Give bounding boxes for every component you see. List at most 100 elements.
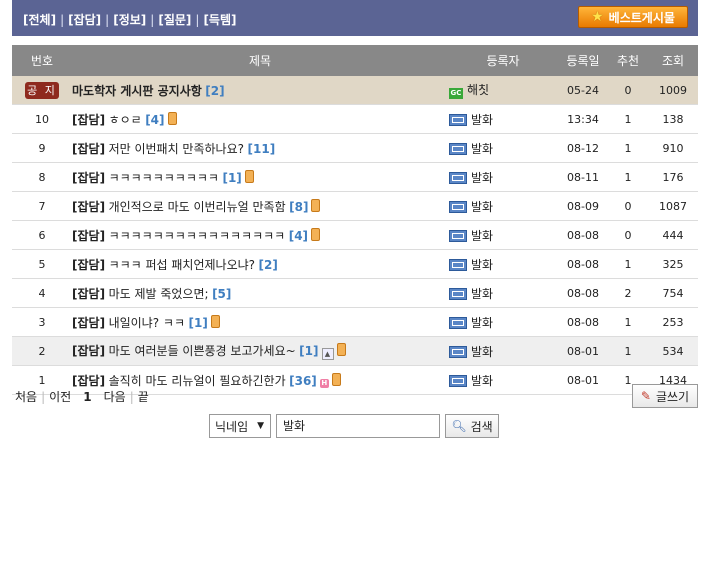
post-title[interactable]: 마도 제발 죽었으면; [109, 287, 209, 301]
row-title[interactable]: [잡담] 마도 여러분들 이쁜풍경 보고가세요~ [1] ▲ [72, 336, 448, 366]
row-author[interactable]: 발화 [448, 133, 558, 163]
row-title[interactable]: 마도학자 게시판 공지사항 [2] [72, 76, 448, 105]
best-posts-button[interactable]: ★ 베스트게시물 [578, 6, 688, 28]
row-no: 10 [12, 104, 72, 134]
table-row[interactable]: 9 [잡담] 저만 이번패치 만족하나요? [11] 발화 08-12 1 91… [12, 133, 698, 163]
row-title[interactable]: [잡담] ㅋㅋㅋ 퍼섭 패치언제나오냐? [2] [72, 249, 448, 279]
comment-count[interactable]: [5] [212, 287, 231, 301]
author-name[interactable]: 해칫 [467, 83, 489, 97]
post-title[interactable]: ㅋㅋㅋㅋㅋㅋㅋㅋㅋㅋㅋㅋㅋㅋㅋㅋ [109, 229, 286, 243]
row-title[interactable]: [잡담] 개인적으로 마도 이번리뉴얼 만족함 [8] [72, 191, 448, 221]
row-author[interactable]: 발화 [448, 365, 558, 395]
comment-count[interactable]: [11] [248, 142, 276, 156]
table-row[interactable]: 6 [잡담] ㅋㅋㅋㅋㅋㅋㅋㅋㅋㅋㅋㅋㅋㅋㅋㅋ [4] 발화 08-08 0 4… [12, 220, 698, 250]
row-author[interactable]: 발화 [448, 307, 558, 337]
comment-count[interactable]: [2] [259, 258, 278, 272]
table-row[interactable]: 2 [잡담] 마도 여러분들 이쁜풍경 보고가세요~ [1] ▲ 발화 08-01… [12, 336, 698, 366]
post-title[interactable]: 마도학자 게시판 공지사항 [72, 84, 202, 98]
search-button[interactable]: 🔍︎ 검색 [445, 414, 499, 438]
write-post-button[interactable]: ✎ 글쓰기 [632, 384, 698, 408]
table-row[interactable]: 4 [잡담] 마도 제발 죽었으면; [5] 발화 08-08 2 754 [12, 278, 698, 308]
row-title[interactable]: [잡담] 저만 이번패치 만족하나요? [11] [72, 133, 448, 163]
table-row[interactable]: 8 [잡담] ㅋㅋㅋㅋㅋㅋㅋㅋㅋㅋ [1] 발화 08-11 1 176 [12, 162, 698, 192]
row-title[interactable]: [잡담] ㅋㅋㅋㅋㅋㅋㅋㅋㅋㅋ [1] [72, 162, 448, 192]
row-recommend: 1 [608, 162, 648, 192]
hot-icon: H [319, 378, 329, 388]
row-author[interactable]: 발화 [448, 220, 558, 250]
table-row[interactable]: 5 [잡담] ㅋㅋㅋ 퍼섭 패치언제나오냐? [2] 발화 08-08 1 32… [12, 249, 698, 279]
category-loot[interactable]: [득템] [203, 13, 236, 27]
row-author[interactable]: 발화 [448, 191, 558, 221]
comment-count[interactable]: [1] [299, 344, 318, 358]
mobile-icon [331, 372, 341, 386]
notice-row[interactable]: 공 지 마도학자 게시판 공지사항 [2] GC 해칫 05-24 0 1009 [12, 76, 698, 105]
row-no: 6 [12, 220, 72, 250]
post-category: [잡담] [72, 257, 106, 272]
row-author[interactable]: 발화 [448, 278, 558, 308]
row-title[interactable]: [잡담] 내일이냐? ㅋㅋ [1] [72, 307, 448, 337]
author-name[interactable]: 발화 [471, 316, 493, 330]
category-chat[interactable]: [잡담] [68, 13, 101, 27]
mobile-icon [336, 343, 346, 356]
row-title[interactable]: [잡담] ㅎㅇㄹ [4] [72, 104, 448, 134]
star-icon: ★ [591, 9, 604, 25]
search-button-label: 검색 [470, 419, 493, 434]
row-title[interactable]: [잡담] ㅋㅋㅋㅋㅋㅋㅋㅋㅋㅋㅋㅋㅋㅋㅋㅋ [4] [72, 220, 448, 250]
comment-count[interactable]: [2] [205, 84, 224, 98]
row-author[interactable]: 발화 [448, 336, 558, 366]
row-recommend: 2 [608, 278, 648, 308]
post-title[interactable]: 내일이냐? ㅋㅋ [109, 316, 185, 330]
comment-count[interactable]: [8] [289, 200, 308, 214]
author-name[interactable]: 발화 [471, 142, 493, 156]
page-next[interactable]: 다음 [104, 390, 126, 404]
author-name[interactable]: 발화 [471, 200, 493, 214]
page-first[interactable]: 처음 [15, 390, 37, 404]
post-title[interactable]: 마도 여러분들 이쁜풍경 보고가세요~ [109, 344, 296, 358]
row-views: 253 [648, 307, 698, 337]
row-recommend: 1 [608, 133, 648, 163]
table-row[interactable]: 7 [잡담] 개인적으로 마도 이번리뉴얼 만족함 [8] 발화 08-09 0… [12, 191, 698, 221]
table-row[interactable]: 10 [잡담] ㅎㅇㄹ [4] 발화 13:34 1 138 [12, 104, 698, 134]
post-title[interactable]: 개인적으로 마도 이번리뉴얼 만족함 [109, 200, 286, 214]
search-input[interactable]: 발화 [276, 414, 440, 438]
post-title[interactable]: ㅎㅇㄹ [109, 113, 142, 127]
category-all[interactable]: [전체] [23, 13, 56, 27]
row-views: 138 [648, 104, 698, 134]
post-title[interactable]: 저만 이번패치 만족하나요? [109, 142, 244, 156]
page-current[interactable]: 1 [83, 390, 91, 404]
table-row[interactable]: 3 [잡담] 내일이냐? ㅋㅋ [1] 발화 08-08 1 253 [12, 307, 698, 337]
post-table: 번호 제목 등록자 등록일 추천 조회 공 지 마도학자 게시판 공지사항 [2… [12, 45, 698, 395]
pencil-icon: ✎ [640, 389, 651, 403]
comment-count[interactable]: [1] [189, 316, 208, 330]
comment-count[interactable]: [4] [145, 113, 164, 127]
search-field-select[interactable]: 닉네임 ▼ [209, 414, 271, 438]
author-name[interactable]: 발화 [471, 258, 493, 272]
post-category: [잡담] [72, 141, 106, 156]
page-last[interactable]: 끝 [138, 390, 149, 404]
post-title[interactable]: ㅋㅋㅋㅋㅋㅋㅋㅋㅋㅋ [109, 171, 219, 185]
comment-count[interactable]: [4] [289, 229, 308, 243]
comment-count[interactable]: [36] [289, 374, 317, 388]
post-title[interactable]: 솔직히 마도 리뉴얼이 필요하긴한가 [109, 374, 286, 388]
row-author[interactable]: 발화 [448, 104, 558, 134]
author-name[interactable]: 발화 [471, 113, 493, 127]
mobile-icon [210, 314, 220, 328]
author-name[interactable]: 발화 [471, 171, 493, 185]
author-name[interactable]: 발화 [471, 287, 493, 301]
author-name[interactable]: 발화 [471, 229, 493, 243]
author-name[interactable]: 발화 [471, 374, 493, 388]
row-author[interactable]: 발화 [448, 162, 558, 192]
row-author[interactable]: GC 해칫 [448, 76, 558, 105]
row-author[interactable]: 발화 [448, 249, 558, 279]
comment-count[interactable]: [1] [222, 171, 241, 185]
category-info[interactable]: [정보] [113, 13, 146, 27]
page-prev[interactable]: 이전 [49, 390, 71, 404]
col-header-title: 제목 [72, 45, 448, 76]
row-recommend: 1 [608, 336, 648, 366]
post-title[interactable]: ㅋㅋㅋ 퍼섭 패치언제나오냐? [109, 258, 255, 272]
category-question[interactable]: [질문] [158, 13, 191, 27]
search-field-value: 닉네임 [215, 419, 249, 434]
author-name[interactable]: 발화 [471, 345, 493, 359]
row-title[interactable]: [잡담] 마도 제발 죽었으면; [5] [72, 278, 448, 308]
row-views: 910 [648, 133, 698, 163]
